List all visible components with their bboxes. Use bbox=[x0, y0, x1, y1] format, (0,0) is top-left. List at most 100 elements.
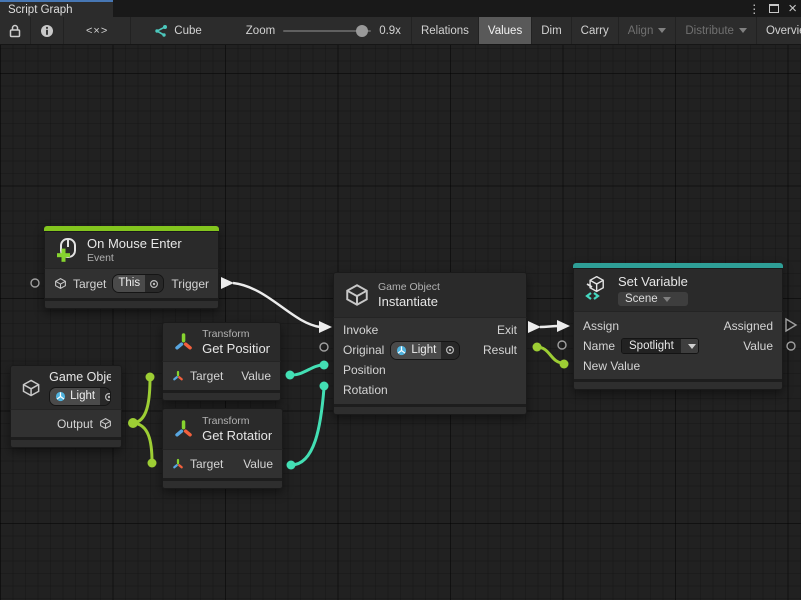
event-target-port[interactable] bbox=[31, 279, 39, 287]
node-subtitle: Event bbox=[87, 252, 182, 265]
node-header: Set Variable Scene bbox=[573, 268, 783, 311]
node-header: Game Object Light bbox=[10, 365, 122, 409]
port-row-assign: Assign Assigned bbox=[574, 316, 782, 336]
transform-icon bbox=[173, 331, 194, 353]
position-port-label: Position bbox=[343, 363, 386, 377]
assign-port-label: Assign bbox=[583, 319, 619, 333]
node-game-object-literal[interactable]: Game Object Light bbox=[10, 365, 122, 448]
assigned-out-port[interactable] bbox=[786, 319, 796, 331]
node-get-position[interactable]: Transform Get Position Target Value bbox=[162, 322, 281, 401]
port-row-new-value: New Value bbox=[574, 356, 782, 376]
node-on-mouse-enter[interactable]: On Mouse Enter Event Target This bbox=[44, 226, 219, 309]
target-port-label: Target bbox=[190, 457, 223, 471]
name-port-label: Name bbox=[583, 339, 615, 353]
node-header: On Mouse Enter Event bbox=[44, 231, 219, 268]
exit-out-port[interactable] bbox=[528, 321, 541, 333]
node-set-variable[interactable]: Set Variable Scene Assign Assigned Name … bbox=[573, 263, 783, 390]
transform-icon bbox=[172, 458, 184, 470]
mouse-event-icon bbox=[55, 237, 79, 263]
transform-icon bbox=[172, 370, 184, 382]
invoke-in-port[interactable] bbox=[319, 321, 332, 333]
original-value-chip[interactable]: Light bbox=[390, 341, 460, 360]
node-footer bbox=[44, 301, 219, 309]
new-value-in-port[interactable] bbox=[560, 360, 569, 369]
wire-output-getposition[interactable] bbox=[133, 378, 150, 423]
game-object-icon bbox=[54, 277, 67, 290]
game-object-icon bbox=[99, 417, 112, 430]
node-body: Target This Trigger bbox=[44, 268, 219, 298]
name-caret-icon[interactable] bbox=[681, 339, 698, 353]
node-header: Game Object Instantiate bbox=[333, 272, 527, 317]
port-row-rotation: Rotation bbox=[334, 380, 526, 400]
transform-icon bbox=[173, 418, 194, 440]
node-instantiate[interactable]: Game Object Instantiate Invoke Exit Orig… bbox=[333, 272, 527, 415]
value-out-port[interactable] bbox=[787, 342, 795, 350]
wire-output-getrotation[interactable] bbox=[133, 423, 152, 462]
value-port-label: Value bbox=[241, 369, 271, 383]
wire-rotation[interactable] bbox=[291, 388, 324, 465]
object-value-chip[interactable]: Light bbox=[49, 387, 111, 406]
get-rotation-target-port[interactable] bbox=[148, 459, 157, 468]
target-port-label: Target bbox=[73, 277, 106, 291]
assigned-port-label: Assigned bbox=[724, 319, 773, 333]
port-row-position: Position bbox=[334, 360, 526, 380]
node-footer bbox=[10, 440, 122, 448]
node-body: Target Value bbox=[162, 361, 281, 390]
trigger-port-label: Trigger bbox=[171, 277, 209, 291]
port-row: Target Value bbox=[163, 450, 282, 478]
result-out-port[interactable] bbox=[533, 343, 542, 352]
trigger-out-port[interactable] bbox=[221, 277, 234, 289]
node-footer bbox=[333, 407, 527, 415]
object-picker-icon[interactable] bbox=[441, 342, 459, 359]
node-footer bbox=[573, 382, 783, 390]
get-rotation-value-port[interactable] bbox=[287, 461, 296, 470]
position-in-port[interactable] bbox=[320, 361, 329, 370]
value-port-label: Value bbox=[243, 457, 273, 471]
get-position-value-port[interactable] bbox=[286, 371, 295, 380]
node-title: Game Object bbox=[49, 369, 111, 385]
node-body: Target Value bbox=[162, 449, 283, 478]
port-row-invoke: Invoke Exit bbox=[334, 320, 526, 340]
node-body: Output bbox=[10, 409, 122, 437]
original-value: Light bbox=[411, 343, 436, 358]
assign-in-port[interactable] bbox=[557, 320, 570, 332]
object-picker-icon[interactable] bbox=[100, 388, 111, 405]
node-body: Assign Assigned Name Spotlight Value New… bbox=[573, 311, 783, 379]
node-get-rotation[interactable]: Transform Get Rotation Target Value bbox=[162, 408, 283, 489]
output-port[interactable] bbox=[128, 418, 138, 428]
value-port-label: Value bbox=[743, 339, 773, 353]
node-footer bbox=[162, 481, 283, 489]
unity-object-icon bbox=[396, 345, 407, 356]
wire-position[interactable] bbox=[290, 365, 323, 375]
scope-caret-icon bbox=[663, 297, 671, 302]
wire-exit-assign[interactable] bbox=[540, 326, 559, 327]
node-title: Get Position bbox=[202, 341, 270, 357]
target-value-chip[interactable]: This bbox=[112, 274, 164, 293]
rotation-port-label: Rotation bbox=[343, 383, 388, 397]
object-picker-icon[interactable] bbox=[145, 275, 163, 292]
game-object-icon bbox=[344, 282, 370, 308]
variable-scope-dropdown[interactable]: Scene bbox=[618, 292, 688, 306]
get-position-target-port[interactable] bbox=[146, 373, 155, 382]
new-value-port-label: New Value bbox=[583, 359, 640, 373]
original-in-port[interactable] bbox=[320, 343, 328, 351]
output-port-label: Output bbox=[57, 417, 93, 431]
script-graph-window: Script Graph ⋮ × bbox=[0, 0, 801, 600]
port-row-target: Target This Trigger bbox=[45, 269, 218, 298]
port-row-original: Original Light Result bbox=[334, 340, 526, 360]
node-category: Transform bbox=[202, 328, 270, 341]
result-port-label: Result bbox=[483, 343, 517, 357]
wire-trigger-invoke[interactable] bbox=[233, 283, 320, 327]
node-footer bbox=[162, 393, 281, 401]
wire-result-newvalue[interactable] bbox=[537, 347, 563, 363]
rotation-in-port[interactable] bbox=[320, 382, 329, 391]
variable-name-dropdown[interactable]: Spotlight bbox=[621, 338, 699, 354]
port-row-output: Output bbox=[11, 410, 121, 437]
node-title: Get Rotation bbox=[202, 428, 272, 444]
node-category: Transform bbox=[202, 415, 272, 428]
variable-name-value: Spotlight bbox=[622, 339, 681, 353]
original-port-label: Original bbox=[343, 343, 384, 357]
name-in-port[interactable] bbox=[558, 341, 566, 349]
node-category: Game Object bbox=[378, 281, 440, 294]
target-port-label: Target bbox=[190, 369, 223, 383]
